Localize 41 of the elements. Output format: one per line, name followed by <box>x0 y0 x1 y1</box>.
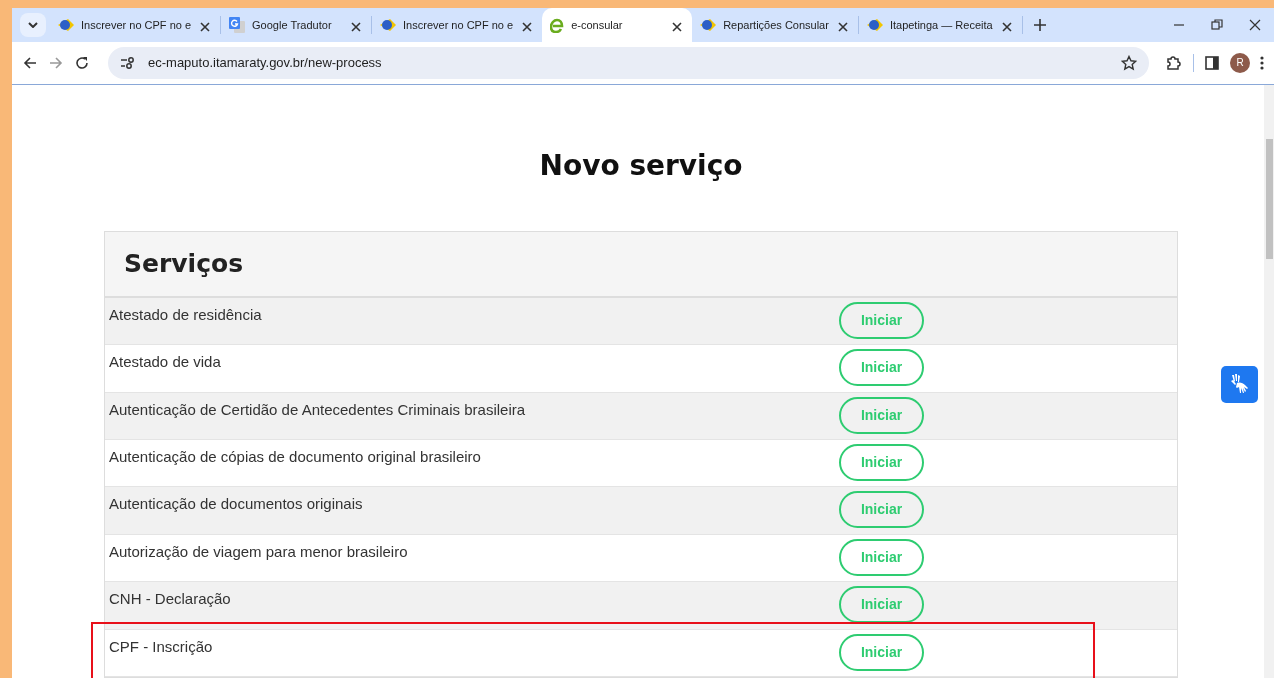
letter-e-icon <box>550 17 565 33</box>
browser-tab[interactable]: Google Tradutor <box>221 8 372 42</box>
close-icon[interactable] <box>1248 18 1262 32</box>
scrollbar[interactable] <box>1264 84 1274 678</box>
restore-icon[interactable] <box>1210 18 1224 32</box>
globe-flag-icon <box>866 18 883 32</box>
service-name: Autenticação de cópias de documento original brasileiro <box>108 447 482 468</box>
url-text: ec-maputo.itamaraty.gov.br/new-process <box>148 54 383 73</box>
page-title: Novo serviço <box>538 147 744 184</box>
browser-tab[interactable]: Inscrever no CPF no e <box>372 8 543 42</box>
browser-tab[interactable]: Repartições Consular <box>692 8 858 42</box>
service-name: CNH - Declaração <box>108 589 232 610</box>
tab-search-button[interactable] <box>20 13 46 37</box>
browser-tab[interactable]: Inscrever no CPF no e <box>50 8 221 42</box>
translate-icon <box>229 17 246 33</box>
globe-flag-icon <box>700 18 717 32</box>
puzzle-icon[interactable] <box>1165 53 1183 72</box>
site-settings-icon[interactable] <box>120 55 136 70</box>
address-bar[interactable]: ec-maputo.itamaraty.gov.br/new-process <box>108 46 1149 79</box>
scrollbar-thumb[interactable] <box>1266 138 1273 259</box>
browser-tab[interactable]: Itapetinga — Receita <box>858 8 1022 42</box>
browser-tab[interactable]: e-consular <box>542 8 693 42</box>
sign-language-icon[interactable] <box>1221 365 1258 403</box>
service-name: Atestado de vida <box>108 352 222 373</box>
service-name: Atestado de residência <box>108 304 263 325</box>
card-title: Serviços <box>124 248 244 279</box>
globe-flag-icon <box>58 18 74 32</box>
side-panel-icon[interactable] <box>1204 54 1220 71</box>
service-name: CPF - Inscrição <box>108 636 214 657</box>
globe-flag-icon <box>380 18 397 32</box>
star-icon[interactable] <box>1121 54 1137 71</box>
service-name: Autenticação de Certidão de Antecedentes Criminais brasileira <box>108 399 527 420</box>
reload-icon[interactable] <box>74 54 90 71</box>
service-name: Autenticação de documentos originais <box>108 494 364 515</box>
service-name: Autorização de viagem para menor brasileiro <box>108 541 409 562</box>
chevron-down-icon <box>28 22 38 28</box>
back-icon[interactable] <box>22 54 38 71</box>
profile-avatar[interactable]: R <box>1230 52 1250 73</box>
new-tab-icon[interactable] <box>1032 18 1047 32</box>
more-options-icon[interactable] <box>1260 54 1264 71</box>
forward-icon[interactable] <box>48 54 64 71</box>
